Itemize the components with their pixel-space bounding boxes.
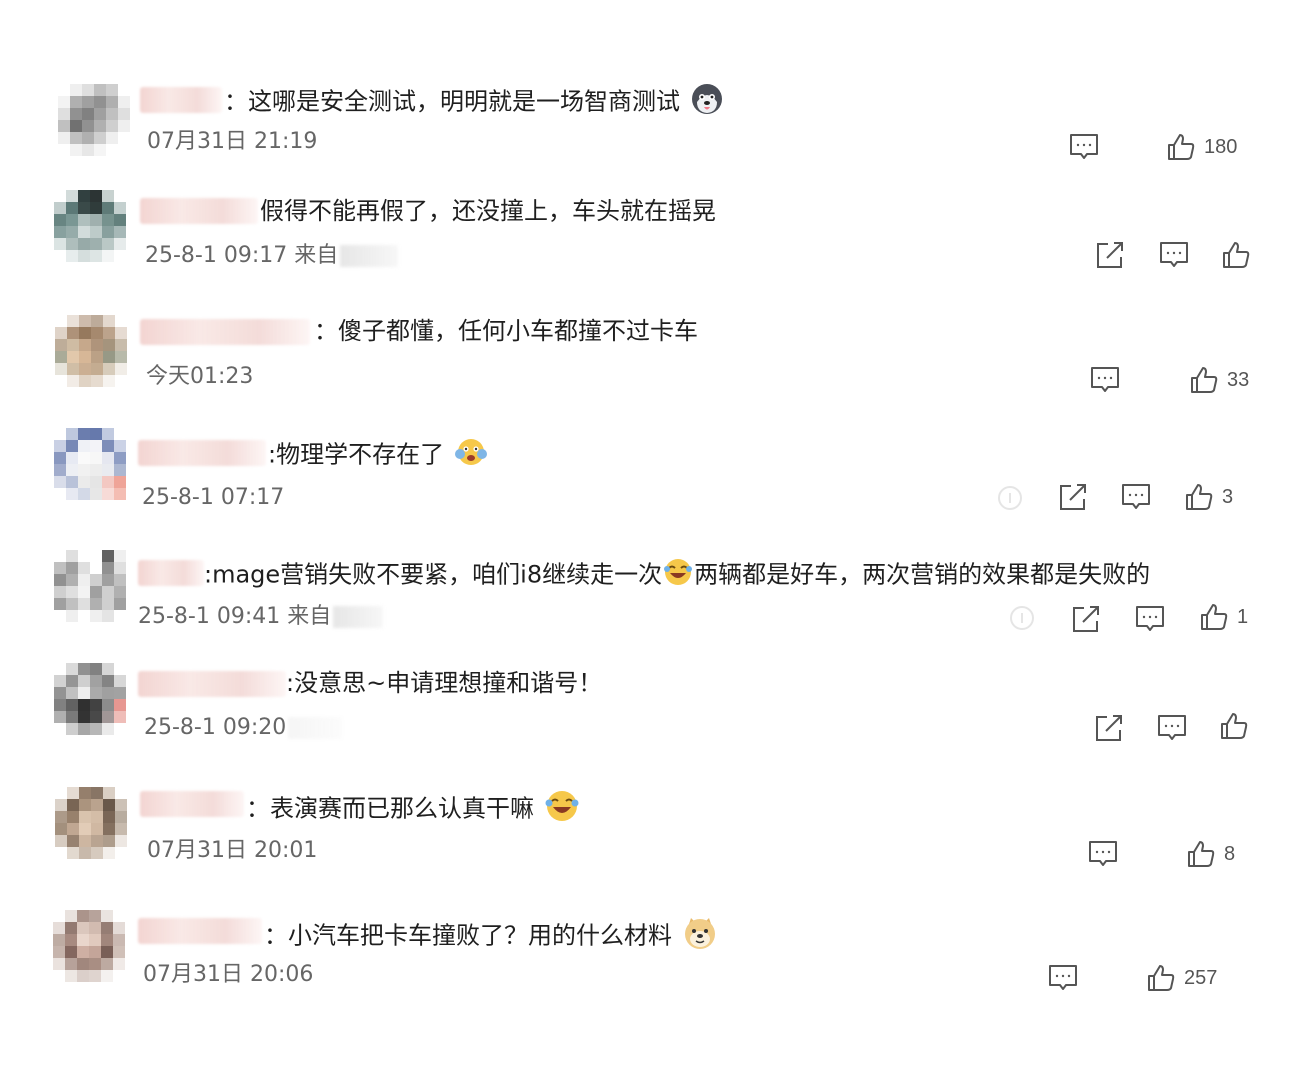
like-count: 3 [1222,485,1234,508]
username-blurred[interactable] [140,87,222,113]
like-count: 257 [1184,966,1218,989]
avatar[interactable] [54,550,126,622]
comment-item: 假得不能再假了，还没撞上，车头就在摇晃 25-8-1 09:17 来自 [0,182,1311,292]
avatar[interactable] [54,663,126,735]
thumbs-up-icon [1186,484,1213,510]
comment-item: ：表演赛而已那么认真干嘛 07月31日 20:01 8 [0,775,1311,885]
doge-emoji-icon [682,915,718,958]
thumbs-up-icon [1191,367,1218,393]
username-blurred[interactable] [138,918,262,944]
avatar[interactable] [58,84,130,156]
thumbs-up-icon [1168,134,1195,160]
share-icon [1073,606,1099,632]
like-count: 33 [1227,368,1250,391]
thumbs-up-icon [1188,841,1215,867]
comment-time: 07月31日 21:19 [147,129,318,154]
username-blurred[interactable] [140,791,244,817]
comment-text: ：小汽车把卡车撞败了？用的什么材料 [264,915,718,958]
repost-button-faded[interactable] [996,484,1024,512]
like-button[interactable] [1219,711,1249,741]
comment-time: 25-8-1 09:20 [144,714,343,742]
like-button[interactable]: 1 [1199,602,1248,632]
comment-item: :mage营销失败不要紧，咱们i8继续走一次 两辆都是好车，两次营销的效果都是失… [0,542,1311,652]
comment-icon [1070,134,1098,159]
comment-item: ：傻子都懂，任何小车都撞不过卡车 今天01:23 33 [0,303,1311,413]
avatar[interactable] [55,315,127,387]
comment-time: 25-8-1 09:41 来自 [138,603,384,631]
info-icon [998,486,1022,510]
comment-button[interactable] [1158,240,1190,270]
share-button[interactable] [1094,240,1126,270]
laugh-cry-emoji-icon [662,557,694,594]
comment-button[interactable] [1089,365,1121,395]
username-blurred[interactable] [140,198,258,224]
like-count: 180 [1204,135,1238,158]
like-button[interactable]: 257 [1146,963,1217,993]
username-blurred[interactable] [138,560,204,586]
comment-text: ：表演赛而已那么认真干嘛 [246,789,580,830]
like-button[interactable]: 8 [1186,839,1235,869]
comment-icon [1136,606,1164,631]
like-count: 1 [1237,605,1249,628]
comment-item: ：小汽车把卡车撞败了？用的什么材料 07月31日 20:06 257 [0,900,1311,1010]
share-button[interactable] [1093,713,1125,743]
comment-button[interactable] [1156,713,1188,743]
avatar[interactable] [53,910,125,982]
repost-button-faded[interactable] [1008,604,1036,632]
info-icon [1010,606,1034,630]
share-button[interactable] [1057,482,1089,512]
avatar[interactable] [55,787,127,859]
location-blurred [340,245,399,267]
thumbs-up-icon [1201,604,1228,630]
scared-emoji-icon [454,437,488,474]
comment-text: ：傻子都懂，任何小车都撞不过卡车 [314,317,698,345]
comment-item: :没意思~申请理想撞和谐号！ 25-8-1 09:20 [0,655,1311,765]
comment-text: :没意思~申请理想撞和谐号！ [286,669,603,697]
laugh-cry-emoji-icon [544,789,580,830]
comment-time: 07月31日 20:06 [143,962,314,987]
like-button[interactable]: 33 [1189,365,1249,395]
comment-button[interactable] [1068,132,1100,162]
comment-icon [1160,242,1188,267]
like-button[interactable] [1221,240,1251,270]
comment-text: :物理学不存在了 [268,437,488,474]
like-button[interactable]: 180 [1166,132,1237,162]
comment-icon [1122,484,1150,509]
comment-icon [1049,965,1077,990]
comment-time: 25-8-1 09:17 来自 [145,242,399,270]
comment-text: 假得不能再假了，还没撞上，车头就在摇晃 [260,197,716,225]
thumbs-up-icon [1148,965,1175,991]
comment-text: :mage营销失败不要紧，咱们i8继续走一次 两辆都是好车，两次营销的效果都是失… [204,557,1150,594]
share-icon [1096,715,1122,741]
comment-icon [1089,841,1117,866]
location-blurred [288,717,343,739]
comment-icon [1158,715,1186,740]
comment-button[interactable] [1047,963,1079,993]
share-icon [1060,484,1086,510]
comment-icon [1091,367,1119,392]
location-blurred [333,606,384,628]
avatar[interactable] [54,428,126,500]
avatar[interactable] [54,190,126,262]
thumbs-up-icon [1221,713,1248,739]
comment-text: ：这哪是安全测试，明明就是一场智商测试 [224,82,724,123]
thumbs-up-icon [1223,242,1250,268]
username-blurred[interactable] [138,440,266,466]
comment-button[interactable] [1087,839,1119,869]
comment-button[interactable] [1134,604,1166,634]
comment-time: 今天01:23 [146,364,254,389]
username-blurred[interactable] [138,671,286,697]
share-icon [1097,242,1123,268]
comment-item: ：这哪是安全测试，明明就是一场智商测试 07月31日 21:19 180 [0,70,1311,180]
comment-time: 07月31日 20:01 [147,838,318,863]
comment-button[interactable] [1120,482,1152,512]
username-blurred[interactable] [140,319,310,345]
comment-time: 25-8-1 07:17 [142,485,285,510]
like-count: 8 [1224,842,1236,865]
husky-emoji-icon [690,82,724,123]
like-button[interactable]: 3 [1184,482,1233,512]
comment-item: :物理学不存在了 25-8-1 07:17 3 [0,422,1311,532]
share-button[interactable] [1070,604,1102,634]
